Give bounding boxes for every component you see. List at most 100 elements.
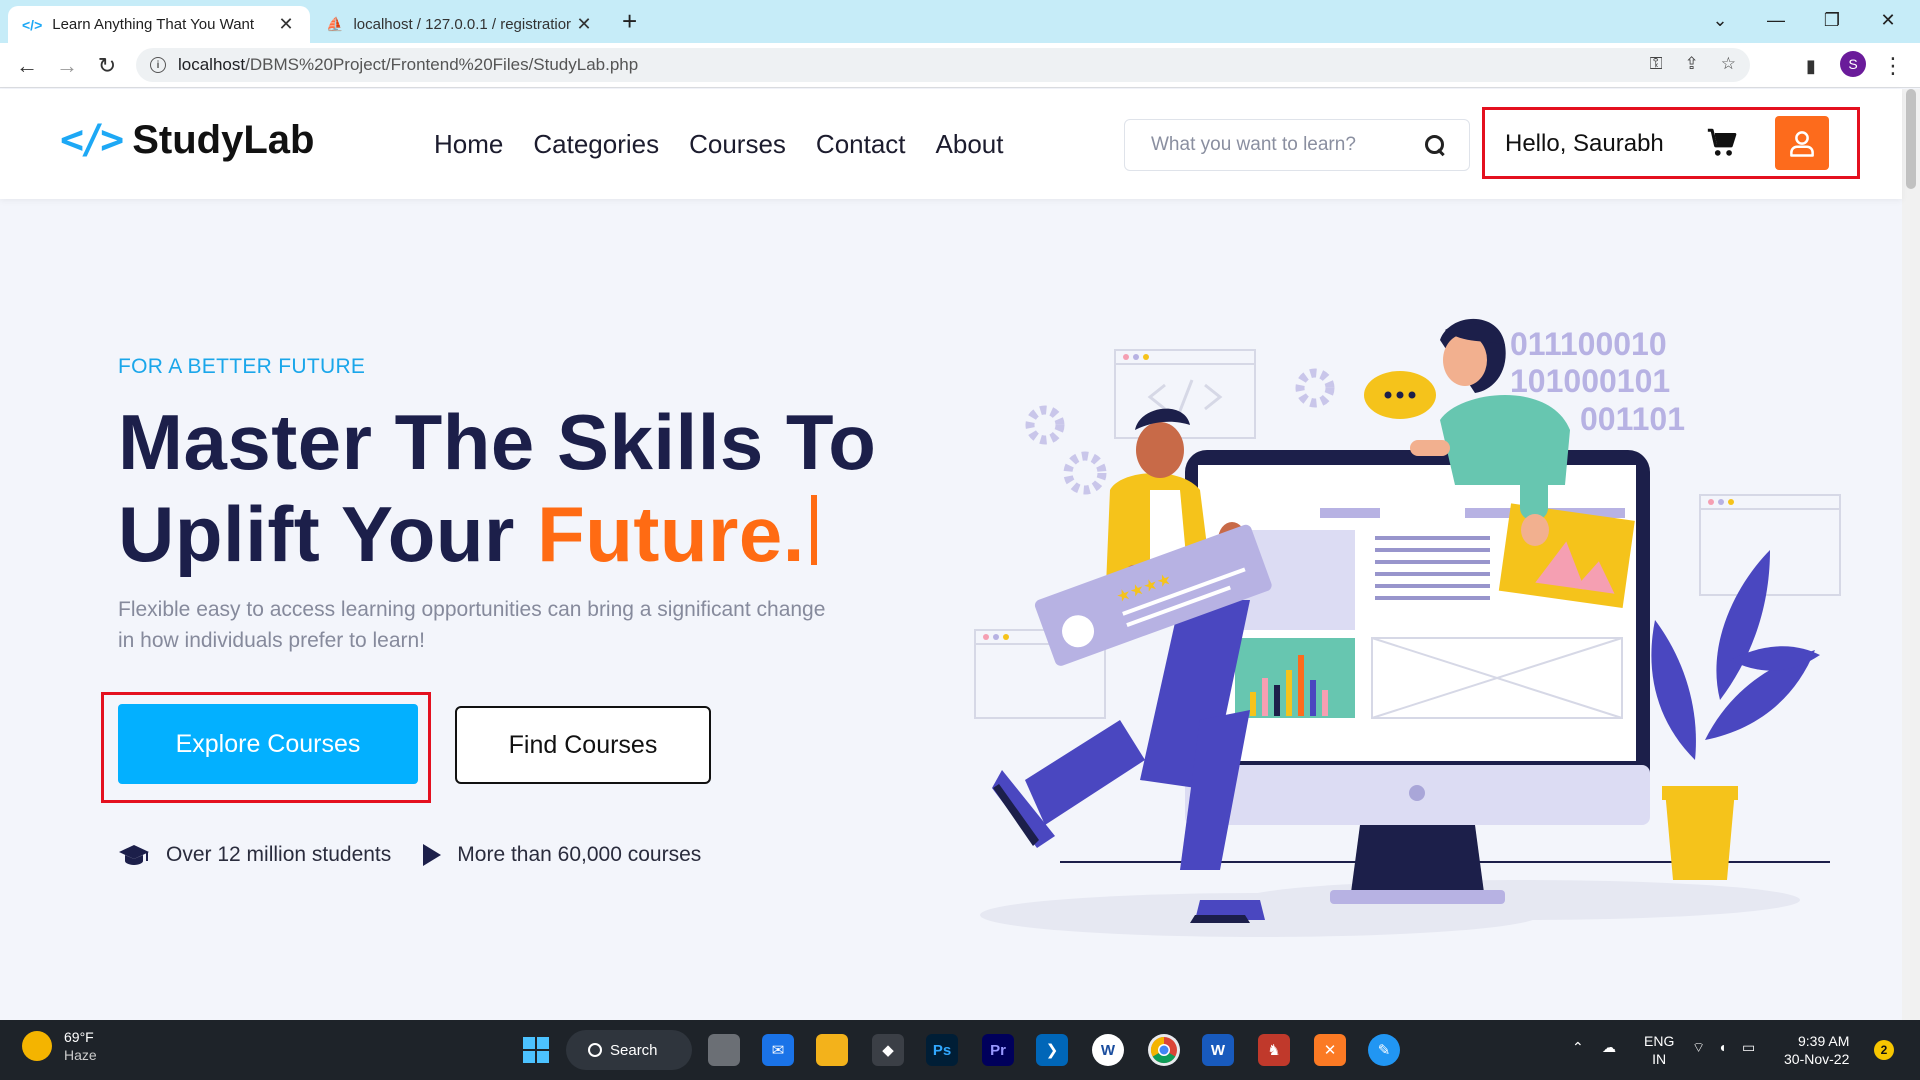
minimize-icon[interactable]: — — [1748, 0, 1804, 40]
battery-icon[interactable]: ▭ — [1742, 1038, 1755, 1056]
binary-line-1: 011100010 — [1510, 326, 1667, 362]
play-icon — [423, 844, 442, 866]
nav-about[interactable]: About — [936, 129, 1004, 160]
nav-courses[interactable]: Courses — [689, 129, 786, 160]
profile-avatar[interactable]: S — [1840, 51, 1866, 77]
premiere-icon[interactable]: Pr — [982, 1034, 1014, 1066]
close-tab-icon[interactable]: ✕ — [574, 14, 594, 35]
taskbar-search[interactable]: Search — [566, 1030, 692, 1070]
user-icon — [1790, 131, 1814, 157]
unity-icon[interactable]: ◆ — [872, 1034, 904, 1066]
file-explorer-icon[interactable] — [816, 1034, 848, 1066]
url-text: localhost/DBMS%20Project/Frontend%20File… — [178, 55, 639, 74]
explore-courses-button[interactable]: Explore Courses — [118, 704, 418, 784]
restore-icon[interactable]: ❐ — [1804, 0, 1860, 40]
hero-eyebrow: FOR A BETTER FUTURE — [118, 355, 366, 378]
clock[interactable]: 9:39 AM 30-Nov-22 — [1784, 1032, 1849, 1068]
windows-taskbar: 69°F Haze Search ✉ ◆ Ps Pr ❯ W W ♞ ✕ ✎ ⌃… — [0, 1020, 1920, 1080]
weather-widget[interactable]: 69°F Haze — [22, 1028, 97, 1064]
weather-temperature: 69°F — [64, 1029, 94, 1045]
windows-start-icon[interactable] — [520, 1034, 552, 1066]
tab-phpmyadmin[interactable]: ⛵ localhost / 127.0.0.1 / registratior ✕ — [312, 6, 608, 43]
wifi-icon[interactable]: ⌔ — [1692, 1038, 1705, 1056]
tab-search-chevron-icon[interactable]: ⌄ — [1692, 0, 1748, 40]
headline-accent: Future. — [537, 490, 805, 578]
hero-illustration: 011100010 101000101 001101 ★★★★ — [974, 318, 1841, 937]
volume-icon[interactable]: ◖ — [1718, 1038, 1726, 1056]
weather-condition: Haze — [64, 1047, 97, 1063]
onedrive-icon[interactable]: ☁ — [1602, 1038, 1616, 1056]
typing-caret — [810, 495, 817, 565]
user-account-button[interactable] — [1775, 116, 1829, 170]
course-search-input[interactable]: What you want to learn? — [1124, 119, 1470, 171]
tray-chevron-icon[interactable]: ⌃ — [1572, 1038, 1584, 1056]
weather-sun-icon — [22, 1031, 52, 1061]
cart-icon[interactable] — [1705, 126, 1739, 160]
code-favicon-icon: </> — [22, 16, 43, 33]
nav-categories[interactable]: Categories — [533, 129, 659, 160]
site-header: </> StudyLab Home Categories Courses Con… — [0, 89, 1902, 199]
headline-line-1: Master The Skills To — [118, 398, 877, 486]
game-icon[interactable]: ♞ — [1258, 1034, 1290, 1066]
user-area-highlight: Hello, Saurabh — [1482, 107, 1860, 179]
code-logo-icon: </> — [60, 117, 124, 163]
user-greeting: Hello, Saurabh — [1505, 130, 1664, 157]
stat-courses: More than 60,000 courses — [457, 843, 702, 866]
xampp-icon[interactable]: ✕ — [1314, 1034, 1346, 1066]
page-scrollbar[interactable] — [1902, 89, 1920, 1020]
search-icon — [588, 1043, 602, 1057]
tab-title: localhost / 127.0.0.1 / registratior — [353, 16, 572, 33]
tab-title: Learn Anything That You Want — [52, 16, 255, 33]
forward-arrow-icon[interactable]: → — [52, 51, 82, 81]
chrome-icon[interactable] — [1148, 1034, 1180, 1066]
code-window-icon — [1114, 349, 1256, 439]
back-arrow-icon[interactable]: ← — [12, 51, 42, 81]
address-toolbar: ← → ↻ i localhost/DBMS%20Project/Fronten… — [0, 43, 1920, 88]
site-info-icon[interactable]: i — [150, 57, 166, 73]
search-icon[interactable] — [1423, 133, 1447, 157]
scrollbar-thumb[interactable] — [1906, 89, 1916, 189]
reload-icon[interactable]: ↻ — [92, 51, 122, 81]
hero-headline: Master The Skills To Uplift Your Future. — [118, 396, 876, 580]
browser-tab-strip: </> Learn Anything That You Want ✕ ⛵ loc… — [0, 0, 1920, 43]
logo-text: StudyLab — [132, 117, 315, 162]
studylab-logo[interactable]: </> StudyLab — [60, 117, 314, 163]
clock-date: 30-Nov-22 — [1784, 1051, 1850, 1067]
close-window-icon[interactable]: ✕ — [1860, 0, 1916, 40]
search-placeholder: What you want to learn? — [1151, 134, 1356, 155]
key-icon[interactable]: ⚿ — [1650, 54, 1663, 74]
window-frame-right — [1699, 494, 1841, 596]
notification-badge[interactable]: 2 — [1874, 1040, 1894, 1060]
bookmark-star-icon[interactable]: ☆ — [1721, 54, 1736, 74]
menu-kebab-icon[interactable]: ⋮ — [1878, 51, 1908, 81]
task-view-icon[interactable] — [708, 1034, 740, 1066]
address-bar[interactable]: i localhost/DBMS%20Project/Frontend%20Fi… — [136, 48, 1750, 82]
find-courses-button[interactable]: Find Courses — [455, 706, 711, 784]
vscode-icon[interactable]: ❯ — [1036, 1034, 1068, 1066]
phpmyadmin-favicon-icon: ⛵ — [326, 16, 344, 32]
new-tab-icon[interactable]: + — [622, 6, 637, 36]
nav-contact[interactable]: Contact — [816, 129, 906, 160]
hero-stats: Over 12 million students More than 60,00… — [118, 843, 701, 867]
binary-line-2: 101000101 — [1510, 363, 1670, 399]
nav-home[interactable]: Home — [434, 129, 503, 160]
binary-line-3: 001101 — [1580, 401, 1685, 437]
photoshop-icon[interactable]: Ps — [926, 1034, 958, 1066]
language-indicator[interactable]: ENG IN — [1644, 1032, 1674, 1068]
headline-line-2: Uplift Your Future. — [118, 488, 876, 580]
plant-icon — [1651, 550, 1820, 880]
stat-students: Over 12 million students — [166, 843, 392, 866]
ms-word-icon[interactable]: W — [1202, 1034, 1234, 1066]
graduation-cap-icon — [119, 845, 149, 865]
side-panel-icon[interactable]: ▮ — [1796, 51, 1826, 81]
main-nav: Home Categories Courses Contact About — [434, 129, 1003, 160]
paint-icon[interactable]: ✎ — [1368, 1034, 1400, 1066]
close-tab-icon[interactable]: ✕ — [276, 14, 296, 35]
taskbar-search-label: Search — [610, 1041, 658, 1059]
word-app-icon[interactable]: W — [1092, 1034, 1124, 1066]
clock-time: 9:39 AM — [1798, 1033, 1850, 1049]
image-card-icon — [1498, 503, 1635, 608]
share-icon[interactable]: ⇪ — [1685, 54, 1699, 74]
mail-icon[interactable]: ✉ — [762, 1034, 794, 1066]
tab-studylab[interactable]: </> Learn Anything That You Want ✕ — [8, 6, 310, 43]
